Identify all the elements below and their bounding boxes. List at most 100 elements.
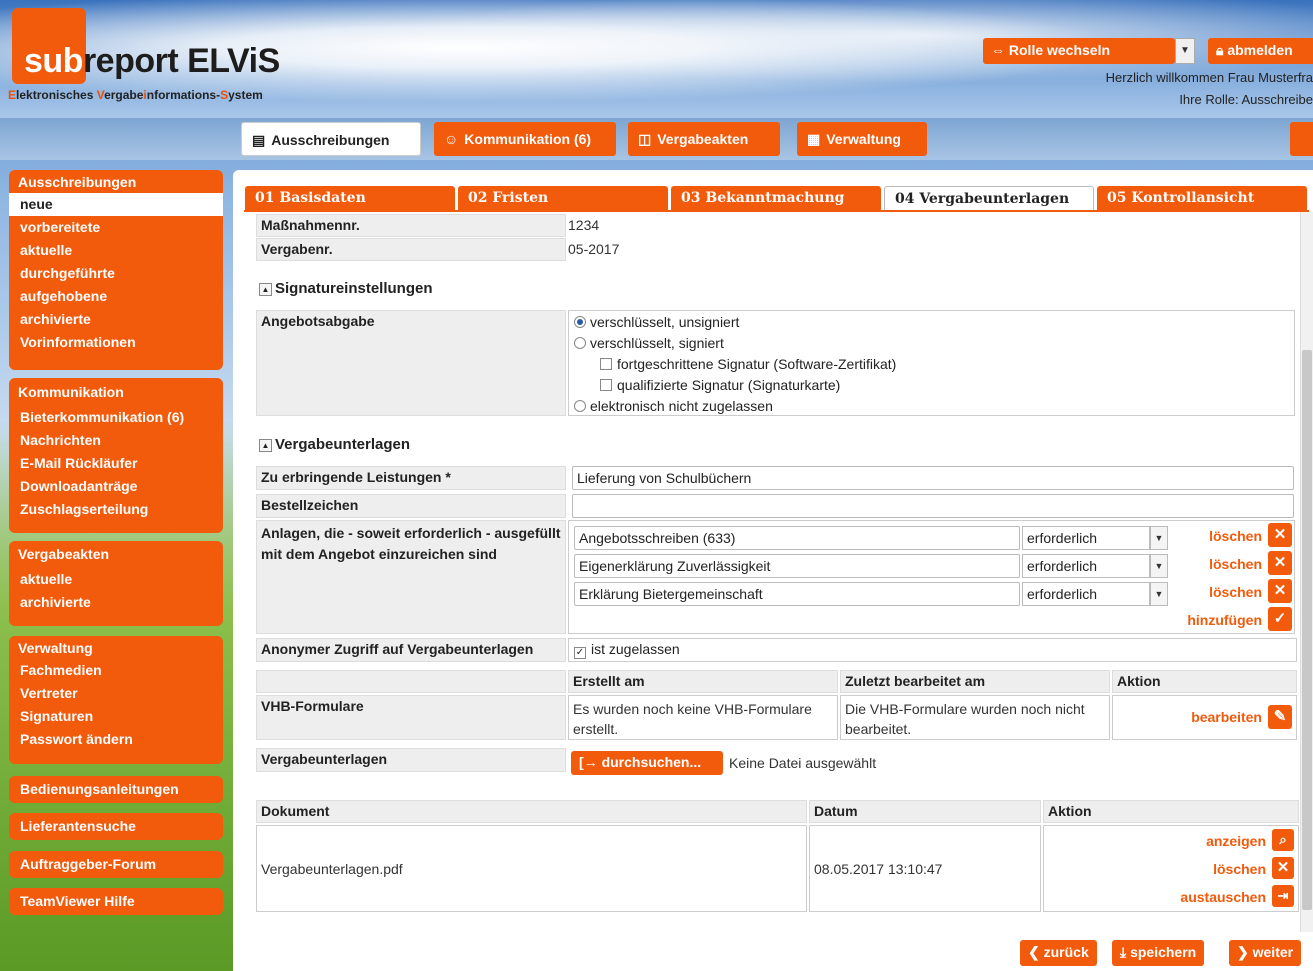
doc-name-cell: Vergabeunterlagen.pdf	[256, 825, 807, 912]
sidebar-heading[interactable]: Kommunikation	[9, 378, 223, 406]
vhb-edit-link[interactable]: bearbeiten	[1170, 709, 1262, 725]
anonym-checkbox[interactable]: ✓ ist zugelassen	[574, 641, 680, 659]
chevron-down-icon[interactable]: ▼	[1150, 582, 1168, 606]
leistungen-input[interactable]: Lieferung von Schulbüchern	[572, 466, 1294, 490]
anlagen-label: Anlagen, die - soweit erforderlich - aus…	[256, 520, 566, 634]
radio-checked-icon	[574, 316, 586, 328]
box-icon: ◫	[638, 131, 652, 147]
vergabeunterlagen-section-toggle[interactable]: ▲ Vergabeunterlagen	[259, 436, 410, 453]
role-switch-select[interactable]: ⇔ Rolle wechseln	[983, 38, 1175, 64]
sidebar-item-auftraggeber-forum[interactable]: Auftraggeber-Forum	[9, 851, 223, 878]
sidebar-item-zuschlagserteilung[interactable]: Zuschlagserteilung	[9, 498, 223, 521]
sidebar-heading[interactable]: Vergabeakten	[9, 541, 223, 568]
sidebar-item-teamviewer-hilfe[interactable]: TeamViewer Hilfe	[9, 888, 223, 915]
radio-verschluesselt-unsigniert[interactable]: verschlüsselt, unsigniert	[574, 314, 739, 330]
sidebar-item-aufgehobene[interactable]: aufgehobene	[9, 285, 223, 308]
doc-header-date: Datum	[809, 800, 1041, 823]
sidebar-item-email-ruecklaeufer[interactable]: E-Mail Rückläufer	[9, 452, 223, 475]
doc-view-link[interactable]: anzeigen	[1170, 833, 1266, 849]
radio-elektronisch-nicht-zugelassen[interactable]: elektronisch nicht zugelassen	[574, 398, 773, 414]
sidebar-item-bedienungsanleitungen[interactable]: Bedienungsanleitungen	[9, 776, 223, 803]
radio-verschluesselt-signiert[interactable]: verschlüsselt, signiert	[574, 335, 724, 351]
anonym-label: Anonymer Zugriff auf Vergabeunterlagen	[256, 638, 566, 662]
tab-bekanntmachung[interactable]: 03 Bekanntmachung	[671, 186, 881, 211]
checkbox-qualifizierte-signatur[interactable]: qualifizierte Signatur (Signaturkarte)	[600, 377, 840, 393]
close-icon[interactable]: ✕	[1268, 579, 1292, 603]
sidebar-item-signaturen[interactable]: Signaturen	[9, 705, 223, 728]
sidebar-heading[interactable]: Ausschreibungen	[9, 170, 223, 193]
delete-link[interactable]: löschen	[1190, 528, 1262, 544]
chevron-down-icon[interactable]: ▼	[1175, 38, 1195, 64]
checkmark-icon[interactable]: ✓	[1268, 607, 1292, 631]
pencil-icon[interactable]: ✎	[1268, 705, 1292, 729]
tab-ausschreibungen[interactable]: ▤ Ausschreibungen	[241, 122, 421, 156]
next-button[interactable]: ❯ weiter	[1229, 940, 1302, 966]
sidebar-item-aktuelle-akten[interactable]: aktuelle	[9, 568, 223, 591]
tab-vergabeakten[interactable]: ◫ Vergabeakten	[628, 122, 780, 156]
tab-kommunikation[interactable]: ☺ Kommunikation (6)	[434, 122, 616, 156]
browse-button[interactable]: [→ durchsuchen...	[571, 751, 723, 775]
back-button[interactable]: ❮ zurück	[1020, 940, 1097, 966]
sidebar-item-lieferantensuche[interactable]: Lieferantensuche	[9, 813, 223, 840]
checkbox-icon	[600, 358, 612, 370]
sidebar-item-neue[interactable]: neue	[9, 193, 223, 216]
collapse-icon: ▲	[259, 283, 272, 296]
sidebar-item-vorinformationen[interactable]: Vorinformationen	[9, 331, 223, 354]
doc-replace-link[interactable]: austauschen	[1150, 889, 1266, 905]
magnify-icon[interactable]: ⌕	[1272, 829, 1294, 851]
checkbox-fortgeschrittene-signatur[interactable]: fortgeschrittene Signatur (Software-Zert…	[600, 356, 896, 372]
bestellzeichen-label: Bestellzeichen	[256, 494, 566, 518]
sidebar-item-vorbereitete[interactable]: vorbereitete	[9, 216, 223, 239]
doc-date-cell: 08.05.2017 13:10:47	[809, 825, 1041, 912]
sidebar-item-archivierte[interactable]: archivierte	[9, 308, 223, 331]
bestellzeichen-input[interactable]	[572, 494, 1294, 518]
vergabenr-label: Vergabenr.	[256, 238, 566, 261]
sidebar-item-durchgefuehrte[interactable]: durchgeführte	[9, 262, 223, 285]
sidebar-item-fachmedien[interactable]: Fachmedien	[9, 659, 223, 682]
logout-button[interactable]: 🔒︎ abmelden	[1208, 38, 1313, 64]
anlage-status-select[interactable]: erforderlich	[1022, 582, 1150, 606]
tab-basisdaten[interactable]: 01 Basisdaten	[245, 186, 455, 211]
anlage-name-input[interactable]: Erklärung Bietergemeinschaft	[574, 582, 1020, 606]
vhb-created-cell: Es wurden noch keine VHB-Formulare erste…	[568, 695, 838, 740]
close-icon[interactable]: ✕	[1268, 523, 1292, 547]
chevron-down-icon[interactable]: ▼	[1150, 526, 1168, 550]
tab-vergabeunterlagen[interactable]: 04 Vergabeunterlagen	[884, 186, 1094, 211]
sidebar-item-aktuelle[interactable]: aktuelle	[9, 239, 223, 262]
sidebar-item-nachrichten[interactable]: Nachrichten	[9, 429, 223, 452]
sidebar-item-bieterkommunikation[interactable]: Bieterkommunikation (6)	[9, 406, 223, 429]
doc-delete-link[interactable]: löschen	[1170, 861, 1266, 877]
vhb-header-edited: Zuletzt bearbeitet am	[840, 670, 1110, 693]
sidebar-item-downloadantraege[interactable]: Downloadanträge	[9, 475, 223, 498]
add-link[interactable]: hinzufügen	[1170, 612, 1262, 628]
leistungen-label: Zu erbringende Leistungen *	[256, 466, 566, 490]
anlage-name-input[interactable]: Eigenerklärung Zuverlässigkeit	[574, 554, 1020, 578]
chevron-down-icon[interactable]: ▼	[1150, 554, 1168, 578]
sidebar-heading[interactable]: Verwaltung	[9, 636, 223, 659]
delete-link[interactable]: löschen	[1190, 556, 1262, 572]
scrollbar-thumb[interactable]	[1302, 350, 1312, 910]
replace-icon[interactable]: ⇥	[1272, 885, 1294, 907]
close-icon[interactable]: ✕	[1268, 551, 1292, 575]
tab-kontrollansicht[interactable]: 05 Kontrollansicht	[1097, 186, 1307, 211]
anlage-status-select[interactable]: erforderlich	[1022, 526, 1150, 550]
signatur-section-toggle[interactable]: ▲ Signatureinstellungen	[259, 280, 433, 297]
sidebar-item-archivierte-akten[interactable]: archivierte	[9, 591, 223, 614]
list-icon: ▤	[252, 132, 266, 148]
anlage-status-select[interactable]: erforderlich	[1022, 554, 1150, 578]
help-icon[interactable]	[1290, 122, 1313, 156]
close-icon[interactable]: ✕	[1272, 857, 1294, 879]
logo: subreport ELViS	[24, 42, 280, 80]
person-chat-icon: ☺	[444, 131, 459, 147]
anlage-name-input[interactable]: Angebotsschreiben (633)	[574, 526, 1020, 550]
sidebar-item-passwort-aendern[interactable]: Passwort ändern	[9, 728, 223, 751]
tab-fristen[interactable]: 02 Fristen	[458, 186, 668, 211]
sidebar-item-vertreter[interactable]: Vertreter	[9, 682, 223, 705]
logo-tagline: Elektronisches Vergabeinformations-Syste…	[8, 88, 263, 102]
sidebar-group-verwaltung: Verwaltung Fachmedien Vertreter Signatur…	[9, 636, 223, 764]
download-icon: ⤓	[1120, 944, 1131, 960]
delete-link[interactable]: löschen	[1190, 584, 1262, 600]
tab-verwaltung[interactable]: ▦ Verwaltung	[797, 122, 927, 156]
massnahme-label: Maßnahmennr.	[256, 214, 566, 237]
save-button[interactable]: ⤓ speichern	[1112, 940, 1205, 966]
